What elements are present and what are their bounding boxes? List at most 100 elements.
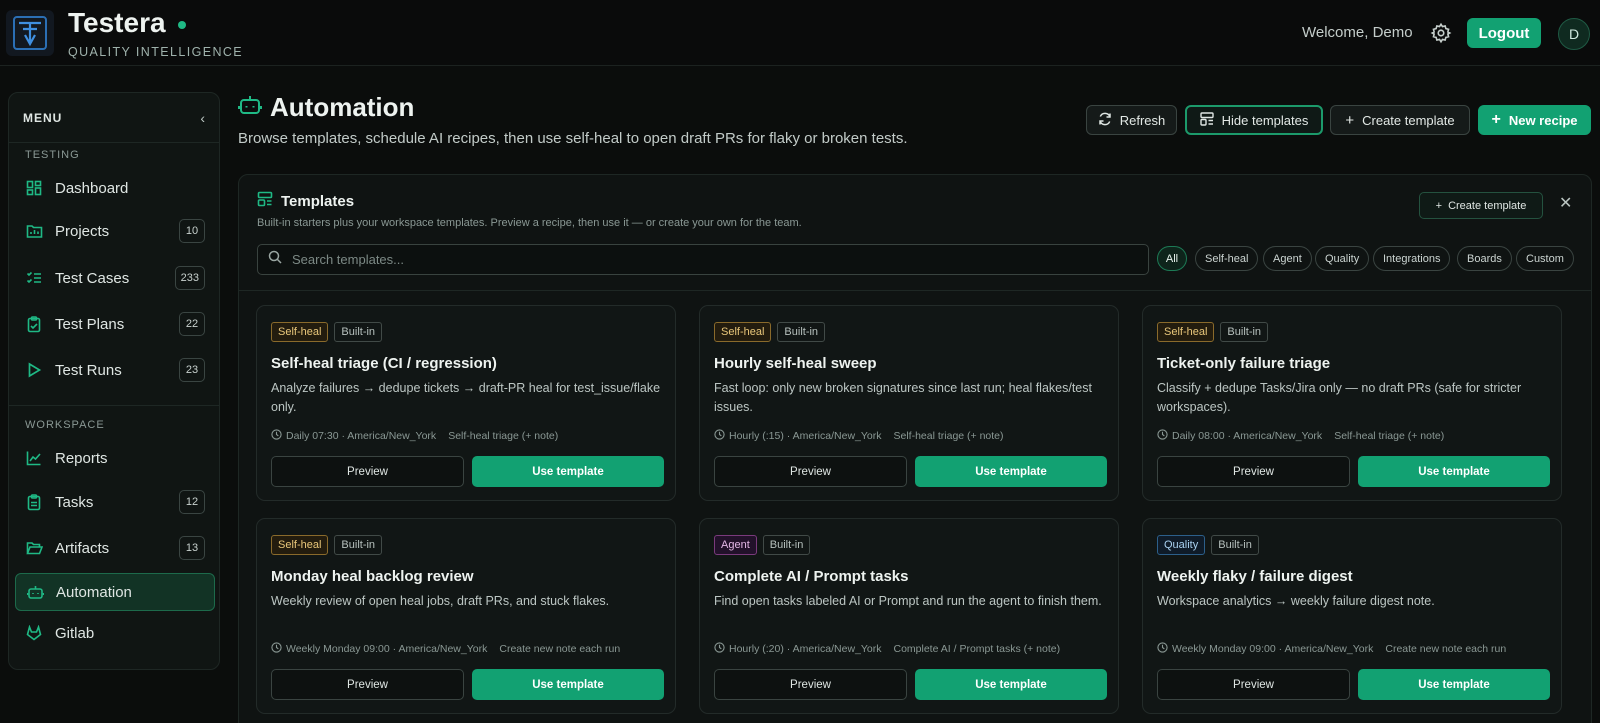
card-schedule: Weekly Monday 09:00 · America/New_York [271, 642, 487, 656]
sidebar-item-automation[interactable]: Automation [15, 573, 215, 611]
clock-icon [271, 642, 282, 656]
logo-mark-icon [13, 16, 47, 50]
use-template-button[interactable]: Use template [472, 669, 664, 700]
card-description: Classify + dedupe Tasks/Jira only — no d… [1157, 381, 1522, 414]
gear-icon[interactable] [1430, 22, 1452, 44]
welcome-text: Welcome, Demo [1302, 24, 1413, 41]
avatar[interactable]: D [1558, 18, 1590, 50]
sidebar-item-label: Tasks [55, 493, 94, 511]
preview-button[interactable]: Preview [1157, 456, 1350, 487]
panel-divider [239, 290, 1591, 291]
origin-tag: Built-in [1211, 535, 1259, 555]
clipboard-check-icon [25, 315, 43, 333]
brand-subtitle: QUALITY INTELLIGENCE [68, 45, 244, 59]
sidebar-item-test-cases[interactable]: Test Cases 233 [15, 259, 215, 297]
layout-icon [257, 191, 273, 211]
filter-chip-all[interactable]: All [1157, 246, 1187, 271]
sidebar-item-dashboard[interactable]: Dashboard [15, 169, 215, 207]
preview-button[interactable]: Preview [714, 456, 907, 487]
logo[interactable] [6, 10, 54, 56]
search-input[interactable] [292, 252, 1132, 267]
menu-label: MENU [23, 110, 63, 125]
sidebar-item-label: Reports [55, 449, 108, 467]
filter-chip-self-heal[interactable]: Self-heal [1195, 246, 1259, 271]
preview-button[interactable]: Preview [714, 669, 907, 700]
filter-chip-boards[interactable]: Boards [1457, 246, 1512, 271]
filter-chip-agent[interactable]: Agent [1263, 246, 1312, 271]
status-dot [177, 21, 186, 29]
template-card[interactable]: Quality Built-in Weekly flaky / failure … [1142, 518, 1562, 714]
category-tag: Self-heal [271, 535, 329, 555]
new-recipe-button[interactable]: + New recipe [1478, 105, 1591, 135]
card-meta: Hourly (:15) · America/New_York Self-hea… [714, 429, 1004, 443]
gitlab-icon [25, 624, 43, 642]
card-schedule: Daily 08:00 · America/New_York [1157, 429, 1322, 443]
play-icon [25, 361, 43, 379]
template-card[interactable]: Self-heal Built-in Hourly self-heal swee… [699, 305, 1119, 501]
card-meta: Daily 08:00 · America/New_York Self-heal… [1157, 429, 1444, 443]
section-label-workspace: WORKSPACE [25, 419, 105, 431]
sidebar-item-test-runs[interactable]: Test Runs 23 [15, 351, 215, 389]
sidebar-item-test-plans[interactable]: Test Plans 22 [15, 305, 215, 343]
list-check-icon [25, 269, 43, 287]
plus-icon: + [1435, 199, 1443, 212]
hide-templates-label: Hide templates [1221, 112, 1309, 128]
layout-icon [1199, 111, 1214, 129]
use-template-button[interactable]: Use template [1358, 669, 1550, 700]
use-template-button[interactable]: Use template [915, 669, 1107, 700]
schedule-text: Weekly Monday 09:00 · America/New_York [286, 643, 488, 655]
sidebar-item-tasks[interactable]: Tasks 12 [15, 483, 215, 521]
refresh-label: Refresh [1119, 112, 1166, 128]
sidebar-item-gitlab[interactable]: Gitlab [15, 614, 215, 652]
use-template-button[interactable]: Use template [1358, 456, 1550, 487]
template-card[interactable]: Self-heal Built-in Ticket-only failure t… [1142, 305, 1562, 501]
close-icon[interactable]: ✕ [1559, 193, 1572, 213]
sidebar-item-label: Automation [56, 583, 132, 601]
new-recipe-label: New recipe [1508, 112, 1578, 128]
card-description: Weekly review of open heal jobs, draft P… [271, 594, 610, 608]
card-title: Ticket-only failure triage [1157, 355, 1331, 372]
template-search[interactable] [257, 244, 1149, 275]
plus-icon: + [1345, 111, 1355, 129]
card-output: Self-heal triage (+ note) [448, 430, 559, 442]
use-template-button[interactable]: Use template [472, 456, 664, 487]
filter-chip-integrations[interactable]: Integrations [1373, 246, 1451, 271]
folder-open-icon [25, 539, 43, 557]
origin-tag: Built-in [762, 535, 811, 555]
card-output: Create new note each run [499, 643, 621, 655]
page-description: Browse templates, schedule AI recipes, t… [238, 130, 908, 147]
section-label-testing: TESTING [25, 149, 80, 161]
logout-button[interactable]: Logout [1467, 18, 1541, 48]
refresh-button[interactable]: Refresh [1086, 105, 1177, 135]
sidebar-item-reports[interactable]: Reports [15, 439, 215, 477]
card-schedule: Hourly (:15) · America/New_York [714, 429, 882, 443]
sidebar-item-label: Gitlab [55, 624, 95, 642]
create-template-button[interactable]: + Create template [1330, 105, 1470, 135]
preview-button[interactable]: Preview [271, 456, 464, 487]
sidebar-item-label: Artifacts [55, 539, 110, 557]
clock-icon [714, 429, 725, 443]
template-card[interactable]: Agent Built-in Complete AI / Prompt task… [699, 518, 1119, 714]
template-card[interactable]: Self-heal Built-in Self-heal triage (CI … [256, 305, 676, 501]
card-output: Complete AI / Prompt tasks (+ note) [893, 643, 1061, 655]
filter-chip-custom[interactable]: Custom [1516, 246, 1574, 271]
collapse-chevron-icon[interactable]: ‹ [200, 110, 205, 126]
use-template-button[interactable]: Use template [915, 456, 1107, 487]
sidebar-item-projects[interactable]: Projects 10 [15, 212, 215, 250]
sidebar-item-artifacts[interactable]: Artifacts 13 [15, 529, 215, 567]
preview-button[interactable]: Preview [271, 669, 464, 700]
panel-create-template-button[interactable]: + Create template [1419, 192, 1543, 219]
card-tags: Agent Built-in [714, 535, 811, 555]
template-card[interactable]: Self-heal Built-in Monday heal backlog r… [256, 518, 676, 714]
preview-button[interactable]: Preview [1157, 669, 1350, 700]
card-tags: Self-heal Built-in [1157, 322, 1269, 342]
card-schedule: Daily 07:30 · America/New_York [271, 429, 436, 443]
clock-icon [714, 642, 725, 656]
sidebar-item-label: Test Cases [55, 269, 130, 287]
hide-templates-button[interactable]: Hide templates [1185, 105, 1323, 135]
category-tag: Self-heal [1157, 322, 1215, 342]
templates-description: Built-in starters plus your workspace te… [257, 217, 802, 229]
brand-name: Testera [68, 7, 186, 39]
category-tag: Self-heal [714, 322, 772, 342]
filter-chip-quality[interactable]: Quality [1315, 246, 1370, 271]
